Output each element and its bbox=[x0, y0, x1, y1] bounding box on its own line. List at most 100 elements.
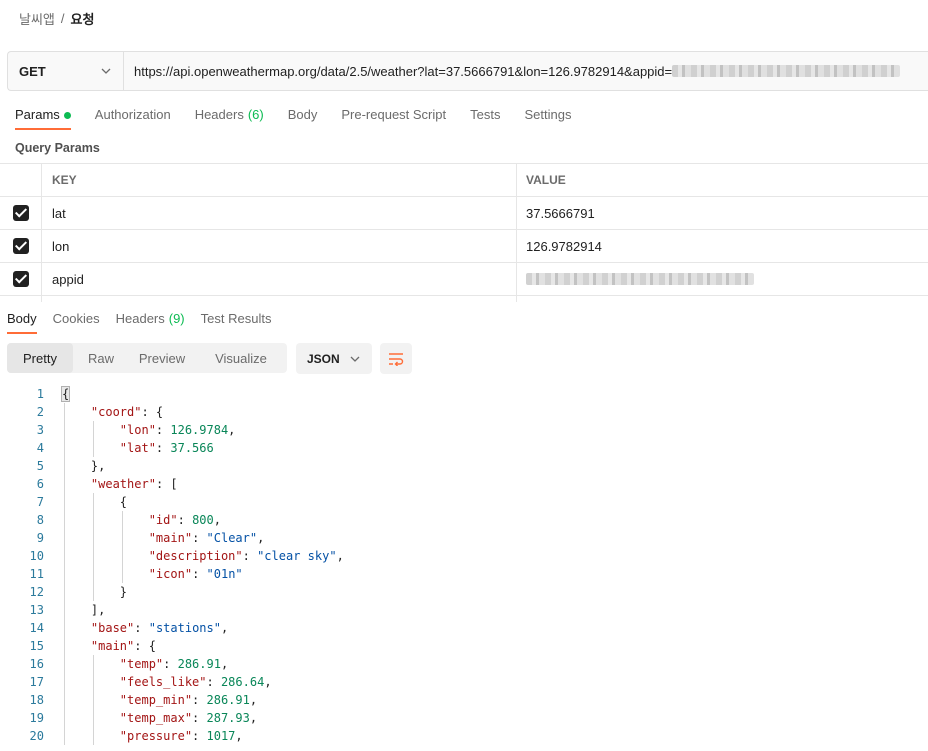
param-key-cell[interactable]: lat bbox=[42, 197, 517, 229]
code-line: 20 "pressure": 1017, bbox=[0, 727, 928, 745]
code-text: "temp_max": 287.93, bbox=[119, 711, 258, 725]
line-number: 10 bbox=[29, 549, 44, 563]
breadcrumb-collection[interactable]: 날씨앱 bbox=[19, 9, 55, 28]
tab-label: Params bbox=[15, 107, 60, 122]
response-tabs: Body Cookies Headers (9) Test Results bbox=[7, 310, 287, 334]
response-tab-test-results[interactable]: Test Results bbox=[201, 310, 272, 334]
line-number: 14 bbox=[29, 621, 44, 635]
line-number: 19 bbox=[29, 711, 44, 725]
code-line: 17 "feels_like": 286.64, bbox=[0, 673, 928, 691]
line-number: 8 bbox=[36, 513, 44, 527]
code-line: 19 "temp_max": 287.93, bbox=[0, 709, 928, 727]
line-number: 11 bbox=[29, 567, 44, 581]
line-number: 9 bbox=[36, 531, 44, 545]
line-number: 6 bbox=[36, 477, 44, 491]
tab-label: Cookies bbox=[52, 311, 100, 326]
view-mode-pretty[interactable]: Pretty bbox=[7, 343, 73, 373]
code-line: 7 { bbox=[0, 493, 928, 511]
param-value-cell[interactable]: 126.9782914 bbox=[517, 230, 928, 262]
method-select[interactable]: GET bbox=[8, 52, 124, 90]
checkbox-checked-icon[interactable] bbox=[12, 205, 29, 221]
chevron-down-icon bbox=[350, 356, 360, 362]
line-number: 18 bbox=[29, 693, 44, 707]
code-line: 5 }, bbox=[0, 457, 928, 475]
code-line: 3 "lon": 126.9784, bbox=[0, 421, 928, 439]
wrap-lines-icon bbox=[389, 352, 404, 366]
code-text: { bbox=[60, 386, 71, 402]
tab-params[interactable]: Params bbox=[15, 106, 71, 130]
code-text: ], bbox=[62, 603, 106, 617]
code-line: 15 "main": { bbox=[0, 637, 928, 655]
tab-authorization[interactable]: Authorization bbox=[95, 106, 171, 130]
code-line: 12 } bbox=[0, 583, 928, 601]
response-tab-cookies[interactable]: Cookies bbox=[53, 310, 100, 334]
redacted-appid bbox=[526, 273, 754, 285]
response-body-editor[interactable]: 1{2 "coord": {3 "lon": 126.9784, 4 "lat":… bbox=[0, 385, 928, 745]
line-number: 4 bbox=[36, 441, 44, 455]
tab-pre-request-script[interactable]: Pre-request Script bbox=[341, 106, 446, 130]
checkbox-checked-icon[interactable] bbox=[12, 238, 29, 254]
table-row: lon 126.9782914 bbox=[0, 230, 928, 263]
param-value-cell[interactable] bbox=[517, 263, 928, 295]
code-text: "icon": "01n" bbox=[148, 567, 243, 581]
param-key-cell[interactable]: lon bbox=[42, 230, 517, 262]
code-text: "base": "stations", bbox=[90, 621, 229, 635]
code-line: 2 "coord": { bbox=[0, 403, 928, 421]
breadcrumb-separator: / bbox=[60, 11, 65, 26]
query-params-table: KEY VALUE lat 37.5666791 lon 126.9782914 app… bbox=[0, 163, 928, 302]
wrap-lines-button[interactable] bbox=[380, 343, 412, 374]
response-tab-body[interactable]: Body bbox=[7, 310, 37, 334]
code-line: 8 "id": 800, bbox=[0, 511, 928, 529]
request-tabs: Params Authorization Headers (6) Body Pre-req… bbox=[15, 106, 595, 130]
tab-label: Tests bbox=[470, 107, 501, 122]
code-line: 9 "main": "Clear", bbox=[0, 529, 928, 547]
code-text: }, bbox=[62, 459, 106, 473]
code-text: "temp_min": 286.91, bbox=[119, 693, 258, 707]
url-input[interactable]: https://api.openweathermap.org/data/2.5/… bbox=[124, 52, 928, 90]
view-mode-visualize[interactable]: Visualize bbox=[195, 343, 287, 373]
chevron-down-icon bbox=[101, 68, 111, 74]
code-line: 13 ], bbox=[0, 601, 928, 619]
line-number: 5 bbox=[36, 459, 44, 473]
line-number: 13 bbox=[29, 603, 44, 617]
param-value: 37.5666791 bbox=[526, 205, 595, 221]
tab-body[interactable]: Body bbox=[288, 106, 318, 130]
code-line: 4 "lat": 37.566 bbox=[0, 439, 928, 457]
column-header-key: KEY bbox=[42, 164, 517, 196]
active-params-dot-icon bbox=[63, 112, 71, 119]
query-params-title: Query Params bbox=[15, 141, 100, 155]
tab-headers[interactable]: Headers (6) bbox=[195, 106, 264, 130]
method-label: GET bbox=[19, 63, 46, 79]
line-number: 17 bbox=[29, 675, 44, 689]
response-tab-headers[interactable]: Headers (9) bbox=[116, 310, 185, 334]
view-mode-preview[interactable]: Preview bbox=[129, 343, 195, 373]
table-row-empty bbox=[0, 296, 928, 302]
code-line: 6 "weather": [ bbox=[0, 475, 928, 493]
tab-tests[interactable]: Tests bbox=[470, 106, 500, 130]
code-text: } bbox=[62, 585, 128, 599]
code-line: 11 "icon": "01n" bbox=[0, 565, 928, 583]
tab-settings[interactable]: Settings bbox=[524, 106, 571, 130]
param-value-cell[interactable]: 37.5666791 bbox=[517, 197, 928, 229]
code-text: "id": 800, bbox=[148, 513, 221, 527]
code-text: "feels_like": 286.64, bbox=[119, 675, 272, 689]
breadcrumb-request-name[interactable]: 요청 bbox=[71, 9, 95, 28]
view-mode-raw[interactable]: Raw bbox=[73, 343, 129, 373]
line-number: 15 bbox=[29, 639, 44, 653]
checkbox-checked-icon[interactable] bbox=[12, 271, 29, 287]
line-number: 12 bbox=[29, 585, 44, 599]
param-key-cell[interactable]: appid bbox=[42, 263, 517, 295]
format-select[interactable]: JSON bbox=[296, 343, 372, 374]
table-header-row: KEY VALUE bbox=[0, 164, 928, 197]
param-key: lat bbox=[52, 205, 66, 221]
param-key: appid bbox=[52, 271, 84, 287]
code-text: "temp": 286.91, bbox=[119, 657, 229, 671]
tab-label: Body bbox=[7, 311, 37, 326]
line-number: 7 bbox=[36, 495, 44, 509]
code-text: "description": "clear sky", bbox=[148, 549, 344, 563]
tab-count-badge: (6) bbox=[247, 107, 264, 122]
code-text: "main": "Clear", bbox=[148, 531, 265, 545]
code-line: 18 "temp_min": 286.91, bbox=[0, 691, 928, 709]
code-text: "coord": { bbox=[90, 405, 164, 419]
code-text: "main": { bbox=[90, 639, 156, 653]
